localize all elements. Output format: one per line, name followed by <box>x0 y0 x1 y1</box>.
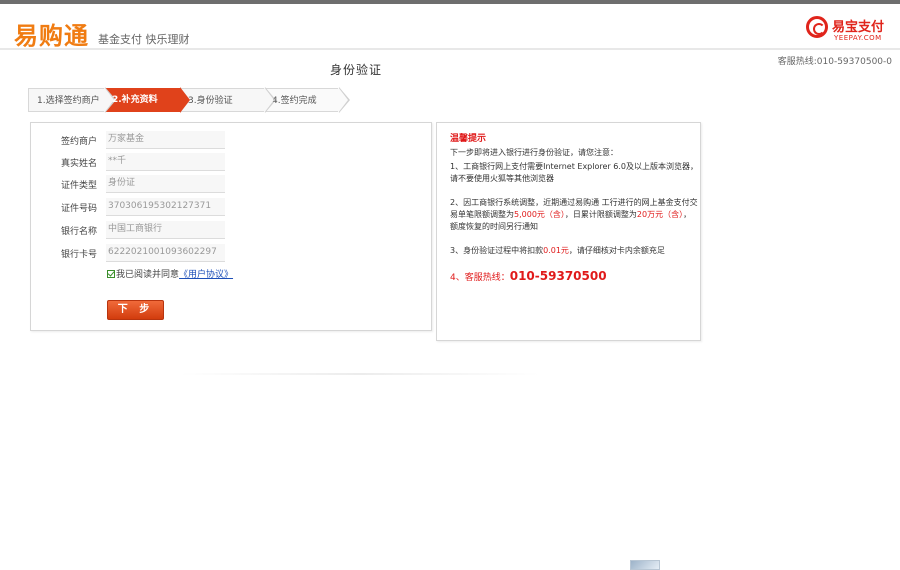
tip-deduct-text-b: ，请仔细核对卡内余额充足 <box>568 246 665 255</box>
card-number-field[interactable]: 6222021001093602297 <box>106 244 225 262</box>
real-name-field[interactable]: **千 <box>106 153 225 171</box>
yeepay-logo-icon <box>806 16 828 38</box>
footer-divider <box>180 373 540 375</box>
step-label: 3.身份验证 <box>188 96 233 106</box>
tip-hotline-number: 010-59370500 <box>509 269 607 283</box>
bank-name-field[interactable]: 中国工商银行 <box>106 221 225 239</box>
form-panel: 签约商户 万家基金 真实姓名 **千 证件类型 身份证 证件号码 3703061… <box>30 122 432 331</box>
merchant-field[interactable]: 万家基金 <box>106 131 225 149</box>
form-row-card-number: 银行卡号 6222021001093602297 <box>31 244 431 262</box>
step-label: 1.选择签约商户 <box>37 96 100 106</box>
tips-intro: 下一步即将进入银行进行身份验证，请您注意： <box>450 148 618 157</box>
step-label: 4.签约完成 <box>272 96 317 106</box>
form-row-id-number: 证件号码 370306195302127371 <box>31 198 431 216</box>
form-row-id-type: 证件类型 身份证 <box>31 175 431 193</box>
step-arrow <box>264 87 274 113</box>
tip-deduct-text-a: 3、身份验证过程中将扣款 <box>450 246 544 255</box>
tip-item-deduct: 3、身份验证过程中将扣款0.01元，请仔细核对卡内余额充足 <box>450 245 698 257</box>
tip-limit-text-b: ，日累计限额调整为 <box>564 210 637 219</box>
form-row-name: 真实姓名 **千 <box>31 153 431 171</box>
step-arrow <box>338 87 348 113</box>
agreement-text: 我已阅读并同意 <box>116 270 180 280</box>
hotline-text: 客服热线:010-59370500-0 <box>777 57 892 67</box>
step-arrow <box>104 87 114 113</box>
site-slogan: 基金支付 快乐理财 <box>98 33 190 46</box>
next-step-button[interactable]: 下 步 <box>107 300 164 320</box>
id-type-field[interactable]: 身份证 <box>106 175 225 193</box>
tip-deduct-amount: 0.01元 <box>543 246 569 255</box>
tip-hotline-label: 4、客服热线： <box>450 273 510 283</box>
step-label: 2.补充资料 <box>112 95 158 105</box>
tip-browser-text: 1、工商银行网上支付需要Internet Explorer 6.0及以上版本浏览… <box>450 162 698 183</box>
progress-steps: 1.选择签约商户 2.补充资料 3.身份验证 4.签约完成 <box>28 87 350 113</box>
user-agreement-link[interactable]: 《用户协议》 <box>179 270 233 280</box>
tip-limit-daily: 20万元（含） <box>636 210 684 219</box>
yeepay-logo[interactable]: 易宝支付 YEEPAY.COM <box>806 16 892 46</box>
step-arrow <box>180 87 190 113</box>
image-icon <box>630 560 660 570</box>
tips-title: 温馨提示 <box>450 134 487 144</box>
tips-panel: 温馨提示 下一步即将进入银行进行身份验证，请您注意： 1、工商银行网上支付需要I… <box>436 122 701 341</box>
tip-item-limit: 2、因工商银行系统调整，近期通过易购通 工行进行的网上基金支付交易单笔限额调整为… <box>450 197 698 233</box>
agreement-checkbox[interactable] <box>107 270 115 278</box>
step-identity-verify: 3.身份验证 <box>180 88 264 112</box>
form-row-merchant: 签约商户 万家基金 <box>31 131 431 149</box>
yeepay-brand-url: YEEPAY.COM <box>834 34 882 42</box>
tip-hotline: 4、客服热线：010-59370500 <box>450 269 607 283</box>
site-logo[interactable]: 易购通 <box>14 16 89 51</box>
tip-limit-single: 5,000元（含） <box>514 210 565 219</box>
step-select-merchant: 1.选择签约商户 <box>28 88 104 112</box>
agreement-row: 我已阅读并同意《用户协议》 <box>107 267 233 280</box>
id-number-field[interactable]: 370306195302127371 <box>106 198 225 216</box>
header-divider <box>0 48 900 50</box>
yeepay-brand-name: 易宝支付 <box>832 20 885 35</box>
header: 易购通 基金支付 快乐理财 易宝支付 YEEPAY.COM <box>0 4 900 51</box>
page-title: 身份验证 <box>330 63 383 77</box>
form-row-bank-name: 银行名称 中国工商银行 <box>31 221 431 239</box>
tip-item-browser: 1、工商银行网上支付需要Internet Explorer 6.0及以上版本浏览… <box>450 161 698 185</box>
